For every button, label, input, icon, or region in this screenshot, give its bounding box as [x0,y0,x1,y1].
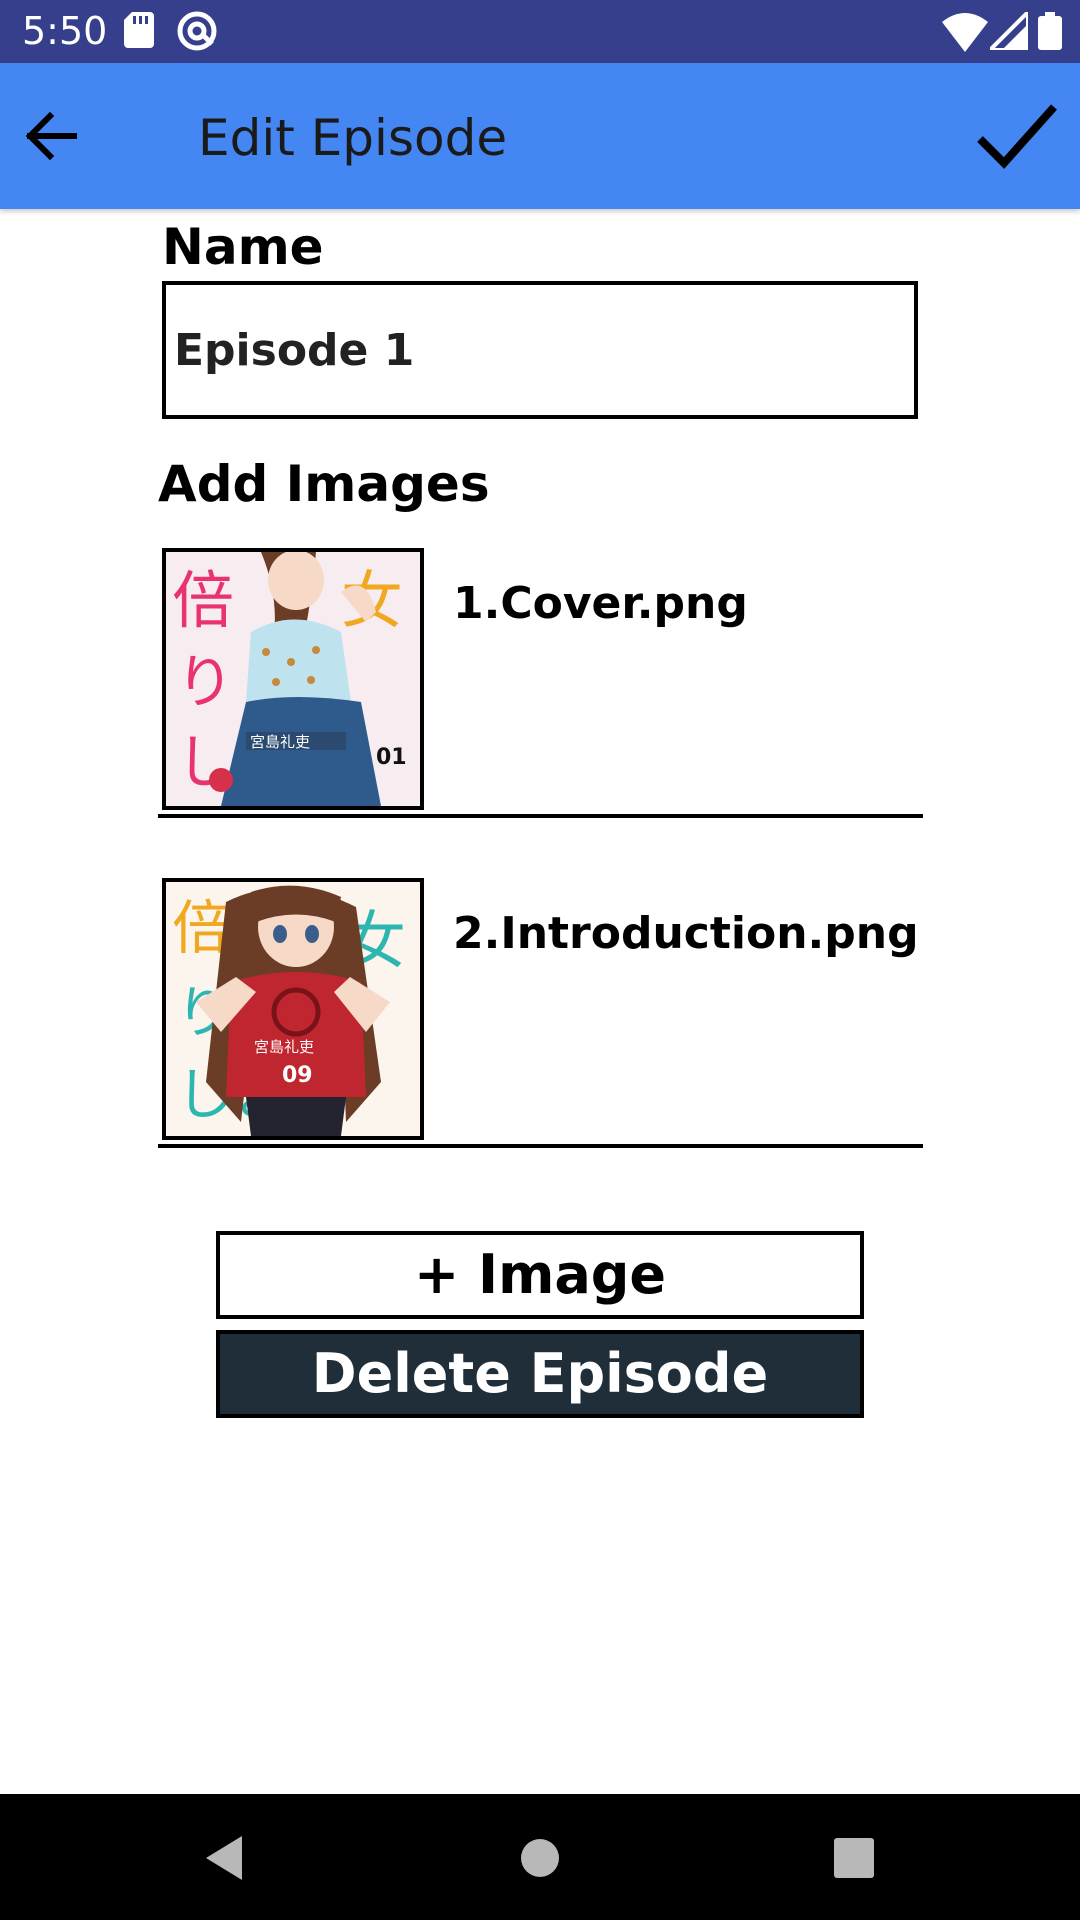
cell-signal-icon [990,12,1028,50]
battery-icon [1038,12,1062,50]
cover-number-text: 01 [376,745,407,770]
manga-cover-image: 倍 女 り しま 宮島礼吏 09 [166,882,420,1136]
svg-text:り: り [176,648,234,716]
sd-card-icon [124,12,154,48]
cover-author-text: 宮島礼吏 [254,1038,314,1056]
episode-name-input[interactable] [162,281,918,419]
list-item[interactable]: 倍 女 り しま 宮島礼吏 09 2.Introduction.png [158,878,923,1148]
status-bar: 5:50 [0,0,1080,63]
cover-thumbnail: 倍 女 り しま 宮島礼吏 01 [162,548,424,810]
check-icon[interactable] [974,99,1058,171]
nav-back-icon[interactable] [198,1830,254,1886]
delete-episode-button[interactable]: Delete Episode [216,1330,864,1418]
system-nav-bar [0,1794,1080,1920]
nav-recents-icon[interactable] [826,1830,882,1886]
add-image-button[interactable]: + Image [216,1231,864,1319]
nav-home-icon[interactable] [512,1830,568,1886]
cover-author-text: 宮島礼吏 [250,733,310,751]
page-title: Edit Episode [198,109,508,167]
app-bar: Edit Episode [0,63,1080,209]
at-sign-icon [177,11,217,51]
cover-number-text: 09 [282,1063,313,1088]
arrow-back-icon[interactable] [18,103,84,169]
svg-text:倍: 倍 [172,564,234,637]
image-file-name: 2.Introduction.png [453,908,919,959]
image-file-name: 1.Cover.png [453,578,748,629]
manga-cover-image: 倍 女 り しま 宮島礼吏 01 [166,552,420,806]
wifi-icon [942,13,988,52]
list-item[interactable]: 倍 女 り しま 宮島礼吏 01 1.Cover.png [158,548,923,818]
name-label: Name [162,218,324,276]
add-images-label: Add Images [158,455,490,513]
cover-thumbnail: 倍 女 り しま 宮島礼吏 09 [162,878,424,1140]
status-time: 5:50 [22,9,108,53]
